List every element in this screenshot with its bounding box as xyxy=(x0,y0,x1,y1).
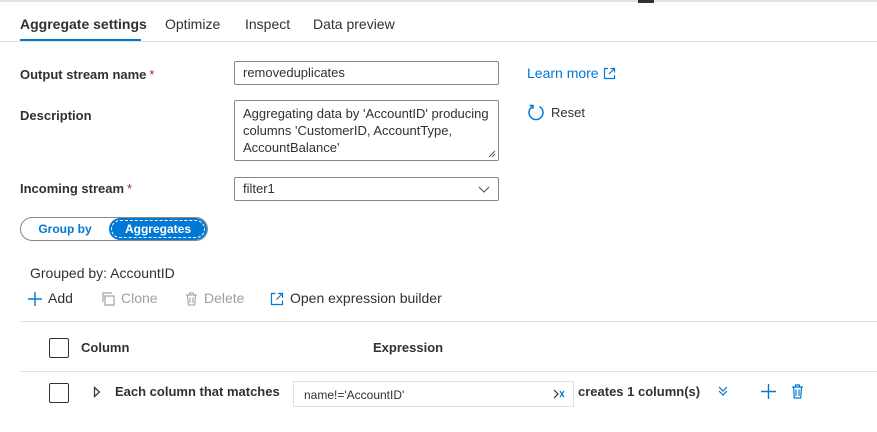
tab-aggregate-settings[interactable]: Aggregate settings xyxy=(20,16,147,32)
learn-more-link[interactable]: Learn more xyxy=(527,65,616,81)
plus-icon[interactable] xyxy=(761,384,776,399)
external-link-icon xyxy=(603,67,615,80)
description-label: Description xyxy=(20,108,92,123)
output-stream-input[interactable]: removeduplicates xyxy=(234,61,499,85)
expression-header: Expression xyxy=(373,340,444,355)
trash-icon[interactable] xyxy=(791,384,804,399)
delete-button[interactable]: Delete xyxy=(185,290,244,306)
description-text: Aggregating data by 'AccountID' producin… xyxy=(243,106,489,155)
creates-columns-label: creates 1 column(s) xyxy=(578,384,701,399)
trash-icon xyxy=(186,292,197,306)
incoming-stream-dropdown[interactable]: filter1 xyxy=(234,177,499,201)
row-match-label: Each column that matches xyxy=(115,384,280,399)
tab-bar: Aggregate settings Optimize Inspect Data… xyxy=(0,6,877,42)
expression-value: name!='AccountID' xyxy=(304,388,405,402)
resize-grip-icon[interactable] xyxy=(488,150,496,158)
select-all-checkbox[interactable] xyxy=(49,338,69,358)
description-textarea[interactable]: Aggregating data by 'AccountID' producin… xyxy=(234,100,499,161)
chevron-down-icon xyxy=(478,186,490,193)
clone-icon xyxy=(102,292,115,306)
active-tab-underline xyxy=(20,39,141,41)
grouped-by-label: Grouped by: AccountID xyxy=(30,265,175,281)
expression-icon[interactable] xyxy=(553,387,567,401)
tab-inspect[interactable]: Inspect xyxy=(245,16,290,32)
open-expression-builder-button[interactable]: Open expression builder xyxy=(270,290,442,306)
column-header: Column xyxy=(81,340,130,355)
required-mark: * xyxy=(149,67,155,82)
add-button[interactable]: Add xyxy=(28,290,73,306)
chevrons-down-icon[interactable] xyxy=(717,385,729,397)
top-indicator xyxy=(638,0,654,3)
incoming-stream-value: filter1 xyxy=(243,181,275,196)
row-checkbox[interactable] xyxy=(49,383,69,403)
group-by-option[interactable]: Group by xyxy=(21,218,109,240)
output-stream-label: Output stream name * xyxy=(20,67,155,82)
open-external-icon xyxy=(270,292,284,306)
tab-optimize[interactable]: Optimize xyxy=(165,16,220,32)
reset-icon xyxy=(528,104,544,121)
reset-button[interactable]: Reset xyxy=(527,103,585,121)
table-top-divider xyxy=(20,321,877,322)
mode-toggle: Group by Aggregates xyxy=(20,217,208,241)
table-header-divider xyxy=(20,371,877,372)
expression-input[interactable]: name!='AccountID' xyxy=(293,381,574,407)
tab-data-preview[interactable]: Data preview xyxy=(313,16,395,32)
aggregates-option[interactable]: Aggregates xyxy=(109,218,207,240)
top-divider xyxy=(0,0,877,2)
clone-button[interactable]: Clone xyxy=(101,290,158,306)
expand-triangle-icon[interactable] xyxy=(93,386,101,398)
incoming-stream-label: Incoming stream * xyxy=(20,181,133,196)
required-mark: * xyxy=(127,181,133,196)
plus-icon xyxy=(28,292,42,306)
